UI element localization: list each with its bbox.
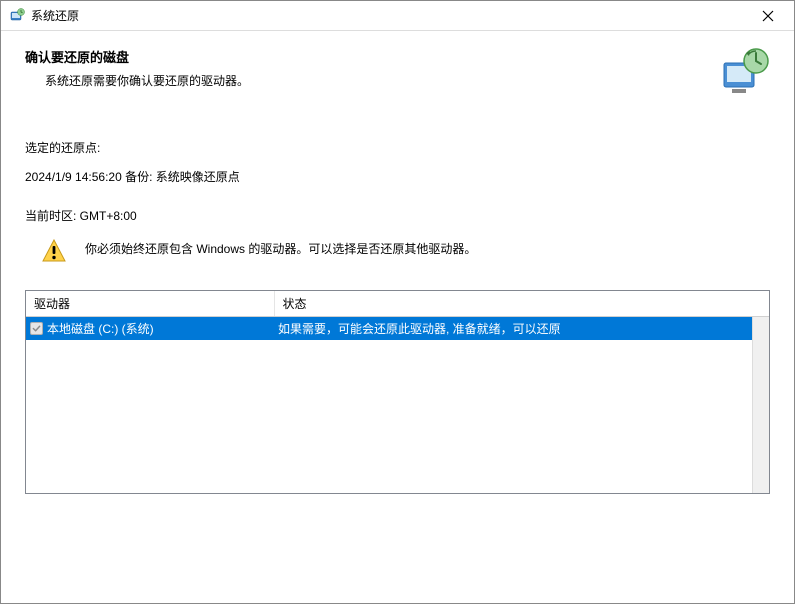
drive-status: 如果需要，可能会还原此驱动器, 准备就绪，可以还原 — [274, 317, 769, 341]
page-title: 确认要还原的磁盘 — [25, 47, 718, 66]
drive-name: 本地磁盘 (C:) (系统) — [47, 320, 154, 337]
titlebar-title: 系统还原 — [31, 7, 748, 24]
restore-large-icon — [718, 47, 770, 99]
warning-text: 你必须始终还原包含 Windows 的驱动器。可以选择是否还原其他驱动器。 — [85, 238, 476, 257]
vertical-scrollbar[interactable] — [752, 317, 769, 493]
titlebar: 系统还原 — [1, 1, 794, 31]
timezone-label: 当前时区: GMT+8:00 — [25, 207, 770, 224]
drives-table: 驱动器 状态 本地磁盘 — [25, 290, 770, 494]
warning-icon — [41, 238, 67, 264]
drive-checkbox[interactable] — [30, 322, 43, 335]
system-restore-window: 系统还原 确认要还原的磁盘 系统还原需要你确认要还原的驱动器。 选定的还原点: — [0, 0, 795, 604]
content-panel: 选定的还原点: 2024/1/9 14:56:20 备份: 系统映像还原点 当前… — [1, 127, 794, 603]
selected-restore-point-label: 选定的还原点: — [25, 139, 770, 156]
table-row[interactable]: 本地磁盘 (C:) (系统) 如果需要，可能会还原此驱动器, 准备就绪，可以还原 — [26, 317, 769, 341]
close-button[interactable] — [748, 2, 788, 30]
column-header-drive[interactable]: 驱动器 — [26, 291, 274, 317]
warning-row: 你必须始终还原包含 Windows 的驱动器。可以选择是否还原其他驱动器。 — [25, 238, 770, 264]
system-restore-icon — [9, 8, 25, 24]
header-panel: 确认要还原的磁盘 系统还原需要你确认要还原的驱动器。 — [1, 31, 794, 127]
page-subtitle: 系统还原需要你确认要还原的驱动器。 — [25, 72, 718, 89]
restore-point-value: 2024/1/9 14:56:20 备份: 系统映像还原点 — [25, 168, 770, 185]
column-header-status[interactable]: 状态 — [274, 291, 769, 317]
